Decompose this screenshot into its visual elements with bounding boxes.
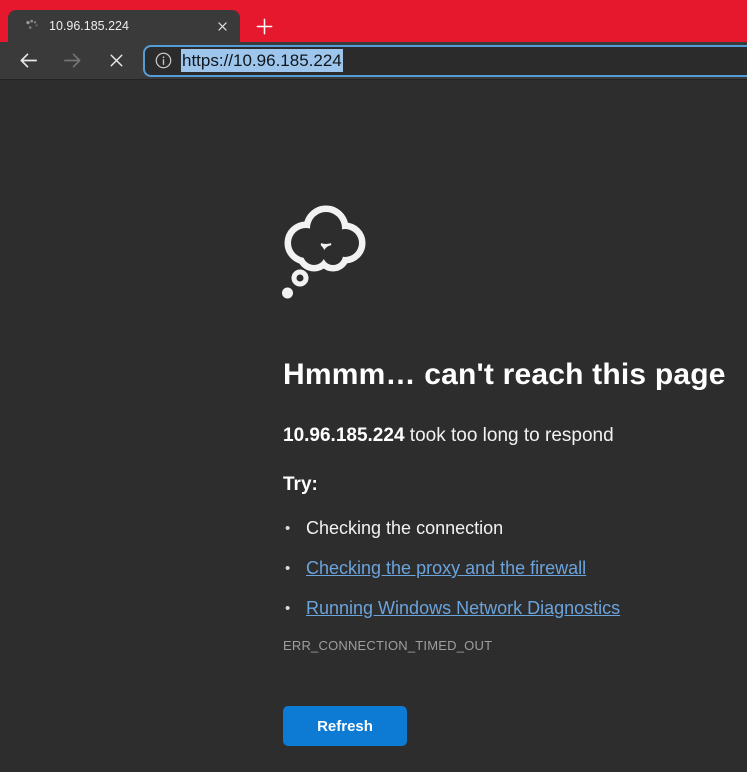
browser-tab[interactable]: 10.96.185.224 bbox=[8, 10, 240, 42]
tab-strip: 10.96.185.224 bbox=[0, 0, 747, 42]
suggestion-text: Checking the connection bbox=[306, 518, 503, 538]
suggestion-item: Running Windows Network Diagnostics bbox=[283, 598, 728, 619]
suggestion-item: Checking the proxy and the firewall bbox=[283, 558, 728, 579]
back-button[interactable] bbox=[6, 44, 50, 78]
back-icon bbox=[17, 49, 40, 72]
error-subtext-rest: took too long to respond bbox=[405, 425, 614, 446]
error-host: 10.96.185.224 bbox=[283, 425, 405, 446]
page-info-icon[interactable] bbox=[154, 51, 173, 70]
url-input[interactable]: https://10.96.185.224 bbox=[181, 51, 343, 71]
suggestion-list: Checking the connection Checking the prox… bbox=[283, 518, 728, 619]
error-subtext: 10.96.185.224 took too long to respond bbox=[283, 425, 728, 447]
forward-button[interactable] bbox=[50, 44, 94, 78]
tab-close-icon[interactable] bbox=[212, 16, 232, 36]
tab-loading-spinner-icon bbox=[24, 18, 40, 34]
suggestion-link[interactable]: Running Windows Network Diagnostics bbox=[306, 598, 620, 618]
tab-title: 10.96.185.224 bbox=[49, 19, 212, 33]
forward-icon bbox=[61, 49, 84, 72]
error-page: Hmmm… can't reach this page 10.96.185.22… bbox=[283, 200, 728, 746]
suggestion-item: Checking the connection bbox=[283, 518, 728, 539]
suggestion-link[interactable]: Checking the proxy and the firewall bbox=[306, 558, 586, 578]
thought-bubble-icon bbox=[281, 200, 373, 300]
url-selected-text: https://10.96.185.224 bbox=[181, 49, 343, 72]
new-tab-button[interactable] bbox=[251, 13, 277, 39]
refresh-button[interactable]: Refresh bbox=[283, 706, 407, 746]
error-code: ERR_CONNECTION_TIMED_OUT bbox=[283, 638, 728, 653]
stop-icon bbox=[105, 49, 128, 72]
stop-button[interactable] bbox=[94, 44, 138, 78]
browser-toolbar: https://10.96.185.224 bbox=[0, 42, 747, 80]
address-bar[interactable]: https://10.96.185.224 bbox=[143, 45, 747, 77]
try-label: Try: bbox=[283, 474, 728, 496]
error-heading: Hmmm… can't reach this page bbox=[283, 358, 728, 392]
